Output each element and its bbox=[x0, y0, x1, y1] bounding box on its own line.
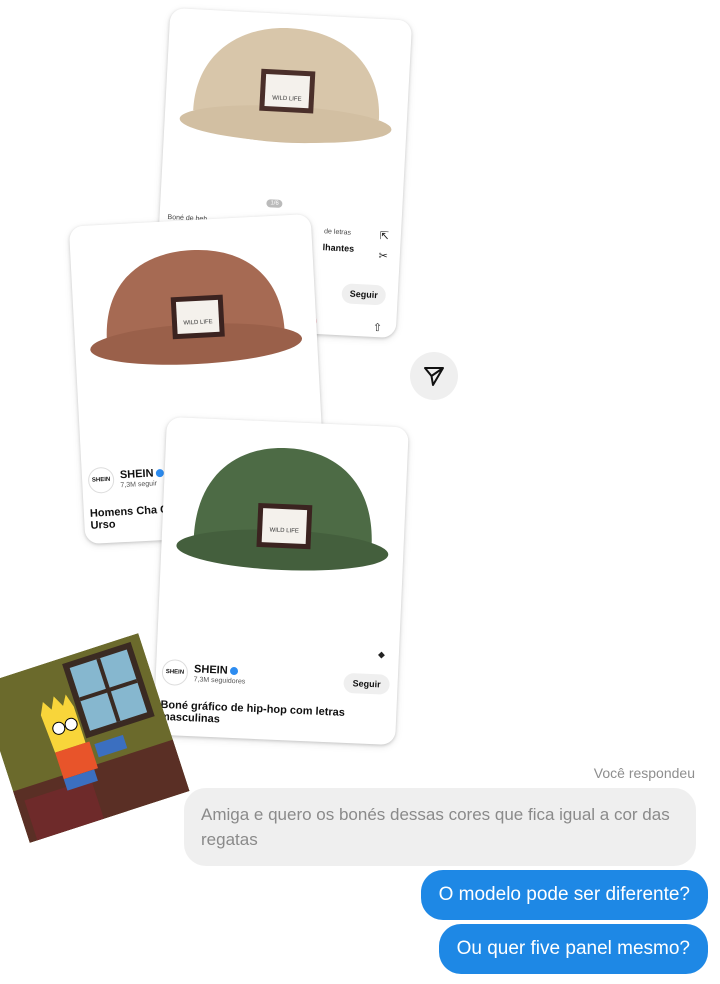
follow-button[interactable]: Seguir bbox=[341, 283, 387, 306]
share-icon[interactable]: ⇧ bbox=[372, 321, 382, 334]
channel-name: SHEIN bbox=[193, 662, 228, 677]
follow-button[interactable]: Seguir bbox=[343, 672, 391, 695]
avatar: SHEIN bbox=[161, 658, 189, 687]
sent-message[interactable]: O modelo pode ser diferente? bbox=[420, 870, 708, 920]
verified-icon bbox=[155, 468, 164, 477]
channel-name: SHEIN bbox=[119, 466, 154, 481]
channel-row[interactable]: SHEIN SHEIN 7,3M seguidores bbox=[161, 658, 246, 689]
send-button[interactable] bbox=[410, 352, 458, 400]
cap-image-beige: WILD LIFE bbox=[179, 28, 392, 144]
subscriber-count: 7,3M seguir bbox=[120, 479, 158, 489]
send-icon bbox=[424, 367, 444, 386]
external-link-icon[interactable]: ⇱ bbox=[379, 229, 389, 242]
avatar: SHEIN bbox=[87, 466, 115, 494]
page-indicator: 1/6 bbox=[266, 199, 283, 209]
subscriber-count: 7,3M seguidores bbox=[193, 675, 246, 686]
cap-image-green: WILD LIFE bbox=[176, 448, 389, 571]
svg-text:WILD LIFE: WILD LIFE bbox=[269, 527, 299, 534]
shared-post-card-green[interactable]: WILD LIFE ◆ SHEIN SHEIN 7,3M seguidores … bbox=[153, 416, 409, 746]
reply-label: Você respondeu bbox=[593, 765, 695, 781]
post-title: lhantes bbox=[322, 242, 355, 254]
quoted-message[interactable]: Amiga e quero os bonés dessas cores que … bbox=[184, 788, 696, 866]
cap-image-brown: WILD LIFE bbox=[90, 250, 303, 365]
post-title: Boné gráfico de hip-hop com letras mascu… bbox=[159, 698, 346, 726]
verified-icon bbox=[229, 666, 238, 675]
scissors-icon[interactable]: ✂ bbox=[378, 249, 388, 262]
tag-icon[interactable]: ◆ bbox=[378, 649, 385, 660]
sent-message[interactable]: Ou quer five panel mesmo? bbox=[438, 924, 708, 974]
channel-row[interactable]: SHEIN SHEIN 7,3M seguir bbox=[87, 464, 165, 494]
post-caption-2: de letras bbox=[323, 228, 352, 237]
